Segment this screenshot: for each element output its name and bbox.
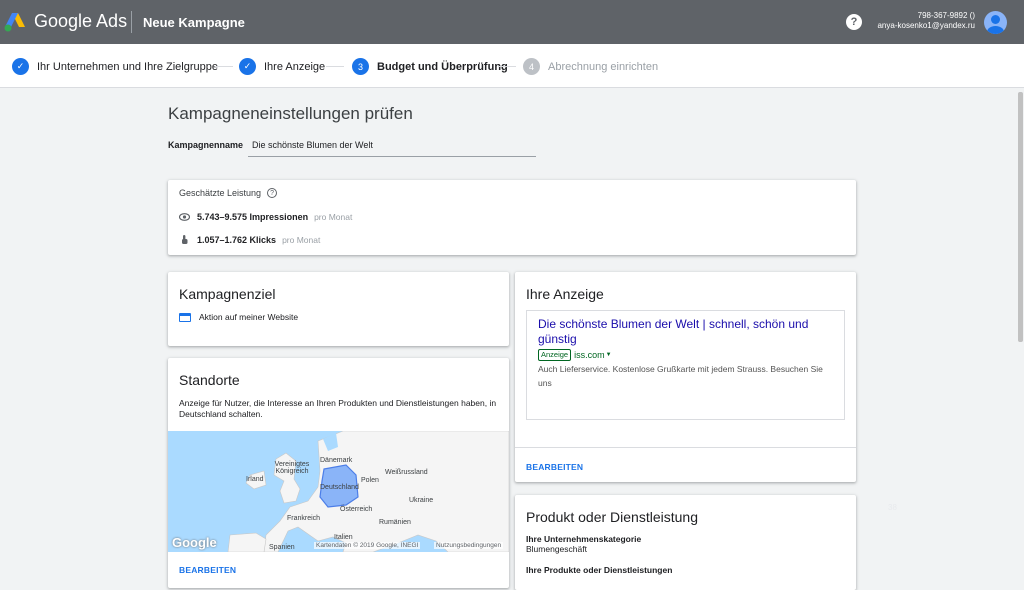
- campaign-name-input[interactable]: Die schönste Blumen der Welt: [248, 136, 536, 157]
- step-connector: [498, 66, 516, 67]
- header-divider: [131, 11, 132, 33]
- step-label: Budget und Überprüfung: [377, 60, 508, 73]
- avatar-icon[interactable]: [984, 11, 1007, 34]
- performance-title: Geschätzte Leistung ?: [179, 188, 278, 198]
- goal-value: Aktion auf meiner Website: [199, 312, 299, 322]
- impressions-row: 5.743–9.575 Impressionen pro Monat: [179, 212, 352, 222]
- page-title: Kampagneneinstellungen prüfen: [168, 104, 413, 123]
- google-ads-logo-icon[interactable]: [4, 11, 26, 33]
- impressions-unit: pro Monat: [314, 212, 353, 222]
- performance-card: Geschätzte Leistung ? 5.743–9.575 Impres…: [168, 180, 856, 255]
- performance-title-text: Geschätzte Leistung: [179, 188, 262, 198]
- goal-item: Aktion auf meiner Website: [179, 312, 298, 322]
- map-credit: Kartendaten © 2019 Google, INEGI: [314, 542, 421, 549]
- ad-headline: Die schönste Blumen der Welt | schnell, …: [538, 317, 809, 346]
- ad-url: iss.com: [574, 350, 605, 360]
- campaign-name-label: Kampagnenname: [168, 140, 244, 150]
- step-ad[interactable]: ✓ Ihre Anzeige: [239, 58, 325, 75]
- dropdown-arrow-icon: ▼: [605, 352, 612, 358]
- touch-icon: [182, 235, 188, 244]
- map-label: Spanien: [269, 544, 295, 551]
- clicks-row: 1.057–1.762 Klicks pro Monat: [179, 234, 320, 245]
- goal-title: Kampagnenziel: [179, 286, 276, 302]
- product-title: Produkt oder Dienstleistung: [526, 509, 698, 525]
- ad-card: Ihre Anzeige Die schönste Blumen der Wel…: [515, 272, 856, 482]
- campaign-title: Neue Kampagne: [143, 15, 245, 30]
- ad-preview: Die schönste Blumen der Welt | schnell, …: [526, 310, 845, 420]
- step-number: 4: [523, 58, 540, 75]
- category-value: Blumengeschäft: [526, 544, 587, 554]
- ad-url-row: Anzeige iss.com ▼: [538, 349, 612, 361]
- overlay-number: 38: [888, 503, 897, 512]
- divider: [515, 447, 856, 448]
- brand-name[interactable]: Google Ads: [34, 11, 127, 32]
- map-label: Dänemark: [320, 457, 353, 464]
- locations-description: Anzeige für Nutzer, die Interesse an Ihr…: [179, 398, 497, 419]
- products-label: Ihre Produkte oder Dienstleistungen: [526, 565, 673, 575]
- step-business[interactable]: ✓ Ihr Unternehmen und Ihre Zielgruppe: [12, 58, 218, 75]
- clicks-unit: pro Monat: [282, 234, 321, 245]
- step-billing: 4 Abrechnung einrichten: [523, 58, 658, 75]
- account-email: anya-kosenko1@yandex.ru: [877, 21, 975, 30]
- step-label: Ihre Anzeige: [264, 60, 326, 73]
- map-label: Irland: [246, 476, 264, 483]
- step-budget[interactable]: 3 Budget und Überprüfung: [352, 58, 508, 75]
- scrollbar-thumb[interactable]: [1018, 92, 1023, 342]
- website-icon: [179, 312, 191, 322]
- step-connector: [215, 66, 233, 67]
- stepper: ✓ Ihr Unternehmen und Ihre Zielgruppe ✓ …: [0, 44, 1024, 88]
- clicks-value: 1.057–1.762 Klicks: [197, 234, 277, 245]
- app-header: Google Ads Neue Kampagne ? 798-367-9892 …: [0, 0, 1024, 44]
- map-label: Österreich: [340, 506, 373, 513]
- account-info[interactable]: 798-367-9892 () anya-kosenko1@yandex.ru: [877, 11, 975, 31]
- map-label: Rumänien: [379, 519, 411, 526]
- category-label: Ihre Unternehmenskategorie: [526, 534, 642, 544]
- edit-locations-button[interactable]: BEARBEITEN: [179, 565, 236, 575]
- impressions-value: 5.743–9.575 Impressionen: [197, 212, 309, 222]
- location-map[interactable]: Dänemark Vereinigtes Königreich Irland D…: [168, 431, 509, 552]
- step-number: 3: [352, 58, 369, 75]
- map-label: Vereinigtes Königreich: [274, 461, 310, 475]
- map-label: Italien: [334, 534, 353, 541]
- map-label: Ukraine: [409, 497, 434, 504]
- check-icon: ✓: [239, 58, 256, 75]
- step-connector: [326, 66, 344, 67]
- help-icon[interactable]: ?: [846, 14, 862, 30]
- map-label: Frankreich: [287, 515, 321, 522]
- help-circle-icon[interactable]: ?: [267, 188, 278, 198]
- edit-ad-button[interactable]: BEARBEITEN: [526, 462, 583, 472]
- ad-title: Ihre Anzeige: [526, 286, 604, 302]
- check-icon: ✓: [12, 58, 29, 75]
- eye-icon: [179, 213, 190, 221]
- map-label: Deutschland: [320, 484, 359, 491]
- ad-badge: Anzeige: [538, 349, 572, 361]
- map-terms-link[interactable]: Nutzungsbedingungen: [434, 542, 504, 549]
- goal-card: Kampagnenziel Aktion auf meiner Website: [168, 272, 509, 346]
- map-google-logo: Google: [172, 535, 217, 550]
- ad-description: Auch Lieferservice. Kostenlose Grußkarte…: [538, 364, 823, 388]
- step-label: Abrechnung einrichten: [548, 60, 659, 73]
- locations-card: Standorte Anzeige für Nutzer, die Intere…: [168, 358, 509, 588]
- map-label: Weißrussland: [385, 469, 428, 476]
- step-label: Ihr Unternehmen und Ihre Zielgruppe: [37, 60, 218, 73]
- locations-title: Standorte: [179, 372, 240, 388]
- map-label: Polen: [361, 477, 379, 484]
- account-phone: 798-367-9892 (): [917, 11, 975, 20]
